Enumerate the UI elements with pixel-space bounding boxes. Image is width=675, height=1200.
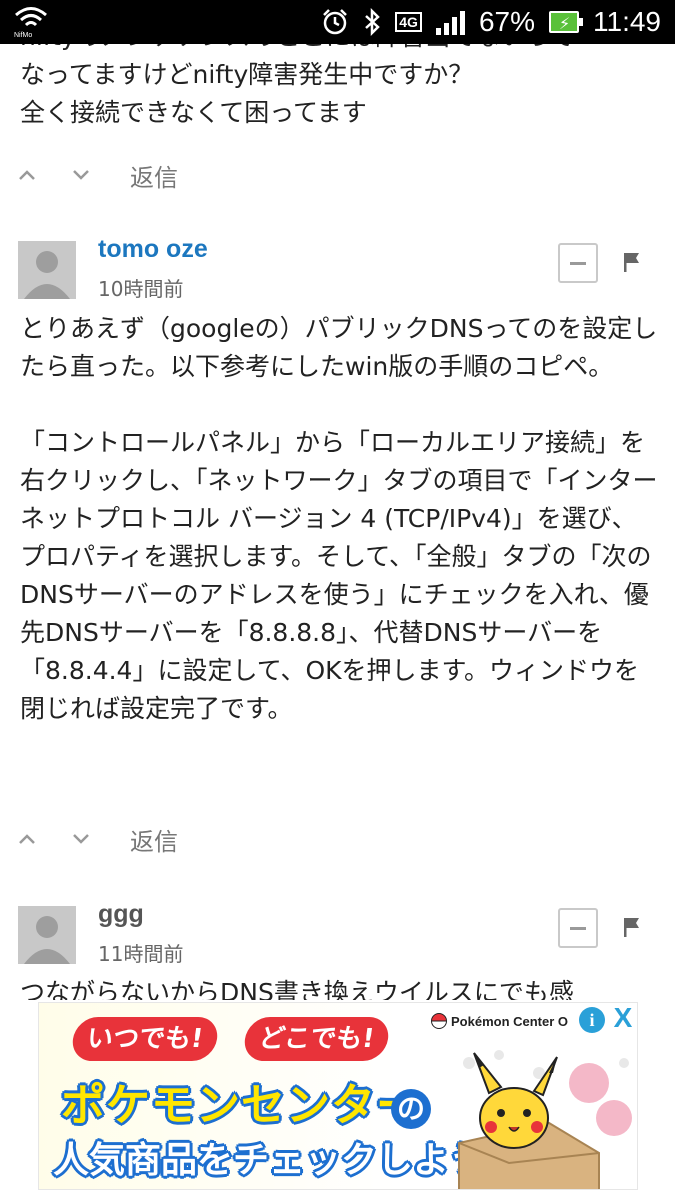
ad-banner[interactable]: いつでも! どこでも! Pokémon Center O i X ポケモンセンタ… [38,1002,638,1190]
prev-comment-line: 全く接続できなくて困ってます [20,98,367,127]
ad-title: ポケモンセンター [61,1080,421,1131]
pokeball-icon [431,1013,447,1029]
4g-icon: 4G [395,12,422,32]
collapse-button[interactable] [558,243,598,283]
clock: 11:49 [593,6,661,37]
collapse-button[interactable] [558,908,598,948]
ad-subtitle: 人気商品をチェックしよう! [53,1140,502,1181]
upvote-chevron-icon[interactable] [18,830,36,848]
comment-thread[interactable]: niftyのメンテナンスのとこには障害出てないって なってますけどnifty障害… [0,44,675,1000]
ad-brand: Pokémon Center O [431,1013,568,1029]
ad-close-button[interactable]: X [609,1003,637,1033]
battery-percent: 67% [478,6,535,37]
flag-icon[interactable] [622,916,642,938]
carrier-logo: NifMo [14,32,33,39]
comment-body: とりあえず（googleの）パブリックDNSってのを設定したら直った。以下参考に… [20,310,660,728]
reply-link[interactable]: 返信 [130,822,178,857]
ad-badge: どこでも! [241,1017,392,1061]
comment-body: つながらないからDNS書き換えウイルスにでも感 [20,974,675,1000]
ad-badge: いつでも! [69,1017,220,1061]
bluetooth-icon [365,8,381,36]
status-icons: 4G 67% ⚡ 11:49 [321,0,661,44]
prev-comment-line: niftyのメンテナンスのとこには障害出てないって [20,44,660,56]
comment-paragraph: とりあえず（googleの）パブリックDNSってのを設定したら直った。以下参考に… [20,314,658,381]
comment-time: 10時間前 [98,277,184,301]
prev-comment-body: niftyのメンテナンスのとこには障害出てないって なってますけどnifty障害… [20,44,660,132]
comment-header: ggg 11時間前 [18,900,658,966]
avatar [18,906,76,964]
comment-paragraph: つながらないからDNS書き換えウイルスにでも感 [20,978,574,1000]
downvote-chevron-icon[interactable] [72,830,90,848]
comment-header: tomo oze 10時間前 [18,235,658,301]
comment-author[interactable]: tomo oze [98,235,208,264]
ad-connector: の [391,1089,431,1129]
ad-info-button[interactable]: i [579,1007,605,1033]
battery-charging-icon: ⚡ [549,11,583,33]
ad-brand-label: Pokémon Center O [451,1013,569,1029]
comment-actions: 返信 [18,819,178,859]
carrier-area: NifMo [14,6,54,40]
reply-link[interactable]: 返信 [130,158,178,193]
prev-comment-line: なってますけどnifty障害発生中ですか？ [20,60,474,89]
signal-icon [435,9,465,35]
avatar [18,241,76,299]
alarm-icon [323,9,348,35]
comment-time: 11時間前 [98,942,184,966]
flag-icon[interactable] [622,251,642,273]
upvote-chevron-icon[interactable] [18,166,36,184]
comment-paragraph: 「コントロールパネル」から「ローカルエリア接続」を右クリックし、「ネットワーク」… [20,428,658,723]
status-bar: NifMo 4G 67% ⚡ 11:49 [0,0,675,44]
downvote-chevron-icon[interactable] [72,166,90,184]
prev-comment-actions: 返信 [18,155,178,195]
pikachu-box-illustration [458,1050,632,1189]
comment-author[interactable]: ggg [98,900,144,929]
wifi-icon [15,7,47,27]
